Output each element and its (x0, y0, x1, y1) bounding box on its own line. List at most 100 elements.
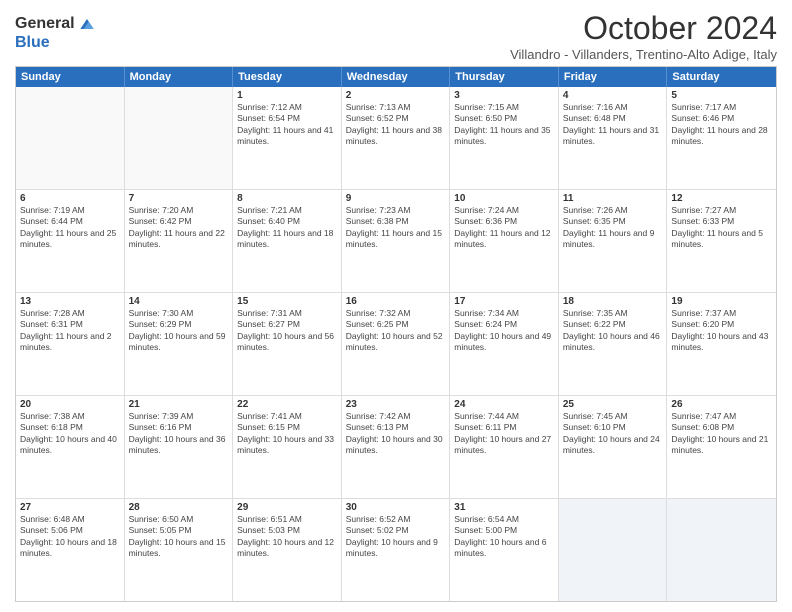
location-subtitle: Villandro - Villanders, Trentino-Alto Ad… (510, 47, 777, 62)
day-cell-17: 17Sunrise: 7:34 AM Sunset: 6:24 PM Dayli… (450, 293, 559, 395)
logo-blue-text: Blue (15, 34, 50, 52)
day-cell-6: 6Sunrise: 7:19 AM Sunset: 6:44 PM Daylig… (16, 190, 125, 292)
day-cell-19: 19Sunrise: 7:37 AM Sunset: 6:20 PM Dayli… (667, 293, 776, 395)
day-cell-2: 2Sunrise: 7:13 AM Sunset: 6:52 PM Daylig… (342, 87, 451, 189)
day-number: 8 (237, 193, 337, 204)
cell-sun-info: Sunrise: 7:12 AM Sunset: 6:54 PM Dayligh… (237, 102, 337, 148)
calendar-body: 1Sunrise: 7:12 AM Sunset: 6:54 PM Daylig… (16, 87, 776, 601)
day-number: 27 (20, 502, 120, 513)
header-day-tuesday: Tuesday (233, 67, 342, 87)
calendar: SundayMondayTuesdayWednesdayThursdayFrid… (15, 66, 777, 602)
day-number: 28 (129, 502, 229, 513)
day-cell-16: 16Sunrise: 7:32 AM Sunset: 6:25 PM Dayli… (342, 293, 451, 395)
header-day-sunday: Sunday (16, 67, 125, 87)
day-cell-26: 26Sunrise: 7:47 AM Sunset: 6:08 PM Dayli… (667, 396, 776, 498)
day-number: 1 (237, 90, 337, 101)
day-number: 9 (346, 193, 446, 204)
cell-sun-info: Sunrise: 7:27 AM Sunset: 6:33 PM Dayligh… (671, 205, 772, 251)
day-number: 30 (346, 502, 446, 513)
day-cell-29: 29Sunrise: 6:51 AM Sunset: 5:03 PM Dayli… (233, 499, 342, 601)
page: General Blue October 2024 Villandro - Vi… (0, 0, 792, 612)
cell-sun-info: Sunrise: 7:21 AM Sunset: 6:40 PM Dayligh… (237, 205, 337, 251)
day-number: 25 (563, 399, 663, 410)
cell-sun-info: Sunrise: 7:28 AM Sunset: 6:31 PM Dayligh… (20, 308, 120, 354)
day-cell-18: 18Sunrise: 7:35 AM Sunset: 6:22 PM Dayli… (559, 293, 668, 395)
day-number: 18 (563, 296, 663, 307)
cell-sun-info: Sunrise: 7:34 AM Sunset: 6:24 PM Dayligh… (454, 308, 554, 354)
day-cell-14: 14Sunrise: 7:30 AM Sunset: 6:29 PM Dayli… (125, 293, 234, 395)
day-number: 5 (671, 90, 772, 101)
day-cell-5: 5Sunrise: 7:17 AM Sunset: 6:46 PM Daylig… (667, 87, 776, 189)
empty-cell (667, 499, 776, 601)
day-cell-12: 12Sunrise: 7:27 AM Sunset: 6:33 PM Dayli… (667, 190, 776, 292)
day-cell-24: 24Sunrise: 7:44 AM Sunset: 6:11 PM Dayli… (450, 396, 559, 498)
header-day-wednesday: Wednesday (342, 67, 451, 87)
header-day-saturday: Saturday (667, 67, 776, 87)
day-number: 26 (671, 399, 772, 410)
calendar-week-1: 1Sunrise: 7:12 AM Sunset: 6:54 PM Daylig… (16, 87, 776, 190)
cell-sun-info: Sunrise: 7:35 AM Sunset: 6:22 PM Dayligh… (563, 308, 663, 354)
cell-sun-info: Sunrise: 7:45 AM Sunset: 6:10 PM Dayligh… (563, 411, 663, 457)
day-cell-21: 21Sunrise: 7:39 AM Sunset: 6:16 PM Dayli… (125, 396, 234, 498)
cell-sun-info: Sunrise: 7:39 AM Sunset: 6:16 PM Dayligh… (129, 411, 229, 457)
cell-sun-info: Sunrise: 6:52 AM Sunset: 5:02 PM Dayligh… (346, 514, 446, 560)
day-number: 15 (237, 296, 337, 307)
calendar-week-5: 27Sunrise: 6:48 AM Sunset: 5:06 PM Dayli… (16, 499, 776, 601)
day-cell-25: 25Sunrise: 7:45 AM Sunset: 6:10 PM Dayli… (559, 396, 668, 498)
day-number: 14 (129, 296, 229, 307)
day-number: 17 (454, 296, 554, 307)
cell-sun-info: Sunrise: 7:32 AM Sunset: 6:25 PM Dayligh… (346, 308, 446, 354)
logo: General Blue (15, 14, 97, 52)
day-number: 4 (563, 90, 663, 101)
cell-sun-info: Sunrise: 7:16 AM Sunset: 6:48 PM Dayligh… (563, 102, 663, 148)
day-cell-13: 13Sunrise: 7:28 AM Sunset: 6:31 PM Dayli… (16, 293, 125, 395)
day-cell-4: 4Sunrise: 7:16 AM Sunset: 6:48 PM Daylig… (559, 87, 668, 189)
calendar-week-2: 6Sunrise: 7:19 AM Sunset: 6:44 PM Daylig… (16, 190, 776, 293)
cell-sun-info: Sunrise: 7:13 AM Sunset: 6:52 PM Dayligh… (346, 102, 446, 148)
calendar-header: SundayMondayTuesdayWednesdayThursdayFrid… (16, 67, 776, 87)
calendar-week-3: 13Sunrise: 7:28 AM Sunset: 6:31 PM Dayli… (16, 293, 776, 396)
day-cell-8: 8Sunrise: 7:21 AM Sunset: 6:40 PM Daylig… (233, 190, 342, 292)
day-number: 19 (671, 296, 772, 307)
logo-icon (77, 14, 97, 34)
day-cell-9: 9Sunrise: 7:23 AM Sunset: 6:38 PM Daylig… (342, 190, 451, 292)
cell-sun-info: Sunrise: 7:17 AM Sunset: 6:46 PM Dayligh… (671, 102, 772, 148)
day-number: 12 (671, 193, 772, 204)
title-section: October 2024 Villandro - Villanders, Tre… (510, 10, 777, 62)
header: General Blue October 2024 Villandro - Vi… (15, 10, 777, 62)
day-number: 7 (129, 193, 229, 204)
cell-sun-info: Sunrise: 7:44 AM Sunset: 6:11 PM Dayligh… (454, 411, 554, 457)
day-number: 6 (20, 193, 120, 204)
cell-sun-info: Sunrise: 7:47 AM Sunset: 6:08 PM Dayligh… (671, 411, 772, 457)
calendar-week-4: 20Sunrise: 7:38 AM Sunset: 6:18 PM Dayli… (16, 396, 776, 499)
cell-sun-info: Sunrise: 7:19 AM Sunset: 6:44 PM Dayligh… (20, 205, 120, 251)
header-day-friday: Friday (559, 67, 668, 87)
empty-cell (16, 87, 125, 189)
day-number: 11 (563, 193, 663, 204)
day-cell-27: 27Sunrise: 6:48 AM Sunset: 5:06 PM Dayli… (16, 499, 125, 601)
cell-sun-info: Sunrise: 7:23 AM Sunset: 6:38 PM Dayligh… (346, 205, 446, 251)
day-number: 10 (454, 193, 554, 204)
day-number: 29 (237, 502, 337, 513)
empty-cell (559, 499, 668, 601)
cell-sun-info: Sunrise: 6:54 AM Sunset: 5:00 PM Dayligh… (454, 514, 554, 560)
header-day-thursday: Thursday (450, 67, 559, 87)
cell-sun-info: Sunrise: 6:51 AM Sunset: 5:03 PM Dayligh… (237, 514, 337, 560)
cell-sun-info: Sunrise: 6:50 AM Sunset: 5:05 PM Dayligh… (129, 514, 229, 560)
header-day-monday: Monday (125, 67, 234, 87)
day-number: 13 (20, 296, 120, 307)
day-number: 31 (454, 502, 554, 513)
cell-sun-info: Sunrise: 6:48 AM Sunset: 5:06 PM Dayligh… (20, 514, 120, 560)
day-cell-15: 15Sunrise: 7:31 AM Sunset: 6:27 PM Dayli… (233, 293, 342, 395)
day-number: 2 (346, 90, 446, 101)
cell-sun-info: Sunrise: 7:37 AM Sunset: 6:20 PM Dayligh… (671, 308, 772, 354)
cell-sun-info: Sunrise: 7:30 AM Sunset: 6:29 PM Dayligh… (129, 308, 229, 354)
day-cell-11: 11Sunrise: 7:26 AM Sunset: 6:35 PM Dayli… (559, 190, 668, 292)
day-cell-7: 7Sunrise: 7:20 AM Sunset: 6:42 PM Daylig… (125, 190, 234, 292)
cell-sun-info: Sunrise: 7:42 AM Sunset: 6:13 PM Dayligh… (346, 411, 446, 457)
day-cell-28: 28Sunrise: 6:50 AM Sunset: 5:05 PM Dayli… (125, 499, 234, 601)
cell-sun-info: Sunrise: 7:41 AM Sunset: 6:15 PM Dayligh… (237, 411, 337, 457)
cell-sun-info: Sunrise: 7:38 AM Sunset: 6:18 PM Dayligh… (20, 411, 120, 457)
cell-sun-info: Sunrise: 7:24 AM Sunset: 6:36 PM Dayligh… (454, 205, 554, 251)
day-cell-3: 3Sunrise: 7:15 AM Sunset: 6:50 PM Daylig… (450, 87, 559, 189)
